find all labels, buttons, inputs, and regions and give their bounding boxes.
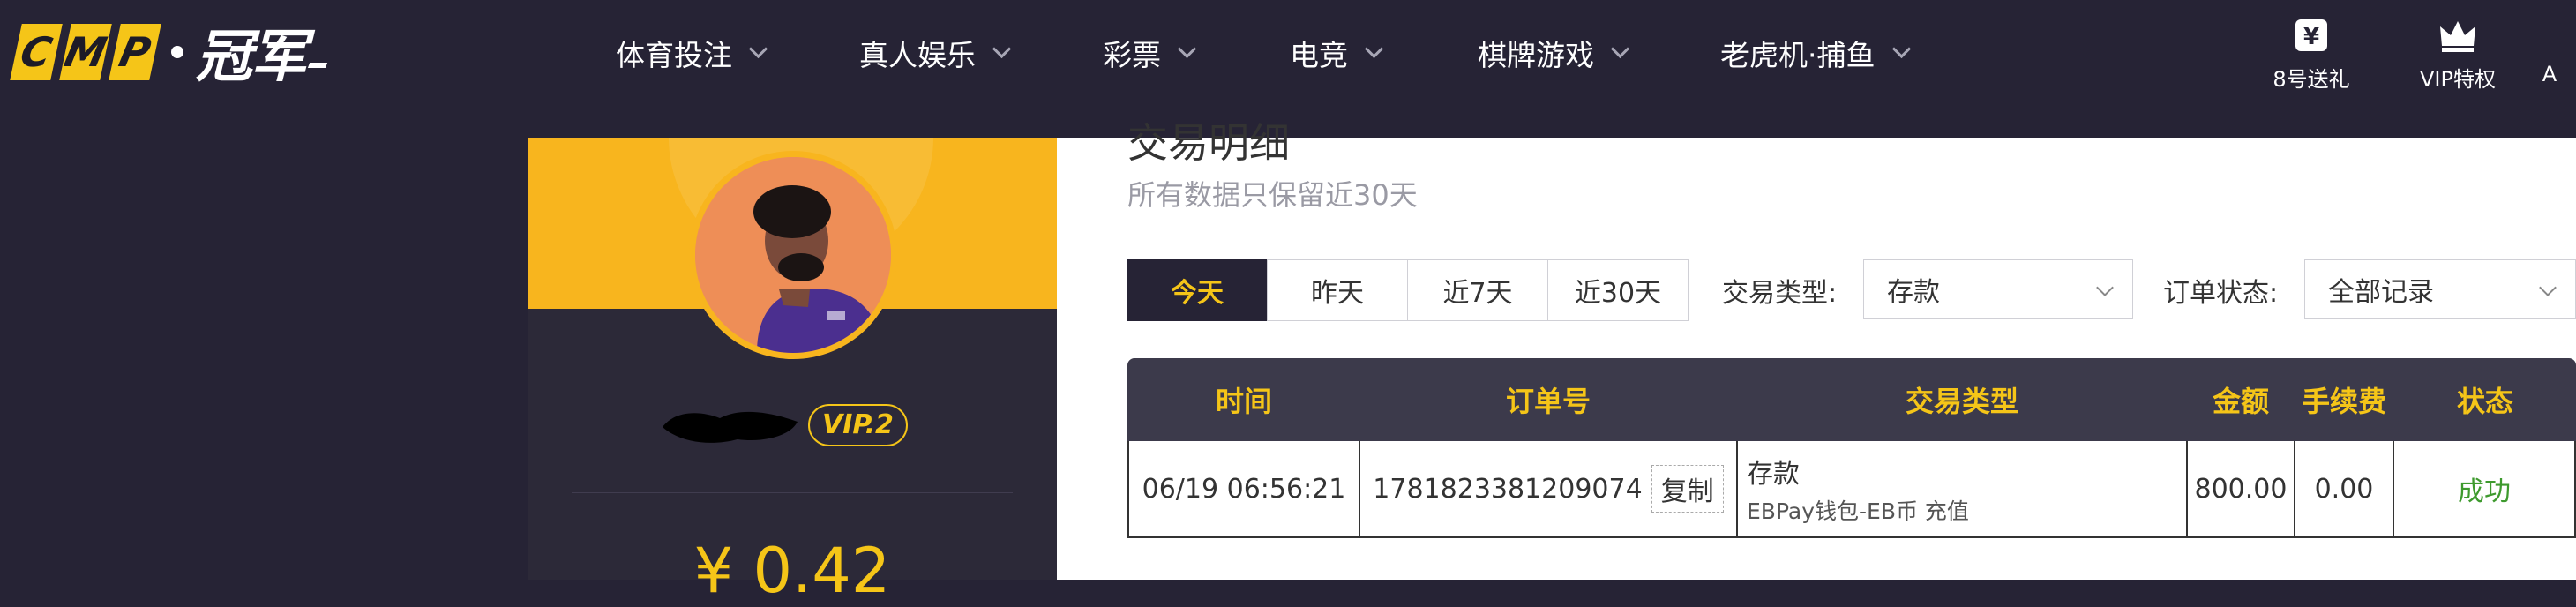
order-status-value: 全部记录 (2328, 277, 2434, 308)
player-photo-icon (695, 157, 891, 353)
chevron-down-icon (748, 39, 768, 58)
column-header-amount: 金额 (2212, 385, 2269, 418)
transaction-type-value: 存款 (1887, 277, 1940, 308)
copy-button[interactable]: 复制 (1651, 465, 1724, 513)
username-redacted (663, 411, 798, 443)
nav-item-esports[interactable]: 电竞 (1290, 26, 1384, 79)
column-header-time: 时间 (1215, 385, 1272, 418)
chevron-down-icon (1891, 39, 1911, 58)
account-balance: ¥ 0.42 (693, 535, 891, 607)
app-icon (2530, 16, 2569, 55)
nav-item-label: 真人娱乐 (859, 38, 976, 72)
vip-link-label: VIP特权 (2420, 67, 2496, 92)
chevron-down-icon (2539, 279, 2557, 296)
column-header-status: 状态 (2456, 385, 2513, 418)
vip-level-badge: VIP.2 (808, 404, 908, 446)
table-row: 06/19 06:56:21 1781823381209074 复制 存款 EB… (1127, 441, 2576, 538)
nav-item-label: 彩票 (1103, 38, 1161, 72)
tab-last-30-days[interactable]: 近30天 (1547, 259, 1689, 321)
vip-link[interactable]: VIP特权 (2405, 16, 2511, 93)
chevron-down-icon (1610, 39, 1630, 58)
nav-item-slots-fishing[interactable]: 老虎机·捕鱼 (1720, 26, 1911, 79)
chevron-down-icon (992, 39, 1012, 58)
retention-notice: 所有数据只保留近30天 (1127, 178, 1418, 212)
column-header-order-no: 订单号 (1505, 385, 1591, 418)
transactions-table: 时间 订单号 交易类型 金额 手续费 状态 06/19 06:56:21 178… (1127, 358, 2576, 538)
nav-item-lottery[interactable]: 彩票 (1103, 26, 1197, 79)
gift-link-label: 8号送礼 (2273, 67, 2350, 92)
status-badge: 成功 (2458, 476, 2511, 507)
date-range-tabs: 今天 昨天 近7天 近30天 (1127, 259, 1689, 321)
nav-item-sports[interactable]: 体育投注 (616, 26, 768, 79)
cell-time: 06/19 06:56:21 (1129, 441, 1360, 536)
transaction-records-panel: 交易明细 所有数据只保留近30天 今天 昨天 近7天 近30天 交易类型: 存款… (1057, 119, 2576, 580)
brand-logo[interactable]: C M P 冠军 (10, 21, 328, 90)
tab-yesterday[interactable]: 昨天 (1267, 259, 1408, 321)
cell-amount: 800.00 (2188, 441, 2295, 536)
order-status-label: 订单状态: (2163, 278, 2279, 309)
column-header-fee: 手续费 (2301, 385, 2386, 418)
order-status-select[interactable]: 全部记录 (2304, 259, 2576, 319)
avatar[interactable] (689, 151, 897, 359)
nav-item-label: 电竞 (1290, 38, 1348, 72)
profile-card: VIP.2 ¥ 0.42 (528, 138, 1057, 607)
gift-link[interactable]: ¥ 8号送礼 (2258, 16, 2364, 93)
nav-item-label: 老虎机·捕鱼 (1720, 38, 1876, 72)
transaction-type-select[interactable]: 存款 (1863, 259, 2133, 319)
order-number: 1781823381209074 (1373, 473, 1643, 505)
cell-type: 存款 EBPay钱包-EB币 充值 (1738, 441, 2188, 536)
nav-item-label: 棋牌游戏 (1478, 38, 1594, 72)
logo-word: 冠军 (196, 25, 307, 90)
logo-letter-m: M (59, 24, 112, 80)
tab-today[interactable]: 今天 (1127, 259, 1268, 321)
logo-letter-c: C (10, 24, 63, 80)
yen-gift-icon: ¥ (2295, 19, 2327, 51)
chevron-down-icon (1364, 39, 1384, 58)
transaction-type-label: 交易类型: (1722, 278, 1838, 309)
app-link[interactable]: A (2523, 16, 2576, 86)
cell-order-no: 1781823381209074 复制 (1360, 441, 1738, 536)
table-header: 时间 订单号 交易类型 金额 手续费 状态 (1127, 358, 2576, 441)
chevron-down-icon (2096, 279, 2114, 296)
svg-text:¥: ¥ (2303, 24, 2319, 50)
column-header-type: 交易类型 (1905, 385, 2018, 418)
nav-item-chess-games[interactable]: 棋牌游戏 (1478, 26, 1630, 79)
chevron-down-icon (1177, 39, 1197, 58)
type-main: 存款 (1747, 459, 1800, 490)
tab-last-7-days[interactable]: 近7天 (1407, 259, 1548, 321)
avatar-photo (695, 157, 891, 353)
logo-letter-p: P (109, 24, 161, 80)
type-detail: EBPay钱包-EB币 充值 (1747, 498, 1969, 524)
crown-icon (2440, 21, 2475, 52)
app-link-label: A (2542, 62, 2557, 86)
profile-divider (572, 492, 1013, 493)
logo-dash (307, 63, 328, 68)
logo-dot (171, 46, 183, 58)
nav-item-live-casino[interactable]: 真人娱乐 (859, 26, 1012, 79)
cell-fee: 0.00 (2295, 441, 2394, 536)
nav-item-label: 体育投注 (616, 38, 732, 72)
page-title: 交易明细 (1127, 119, 1290, 167)
